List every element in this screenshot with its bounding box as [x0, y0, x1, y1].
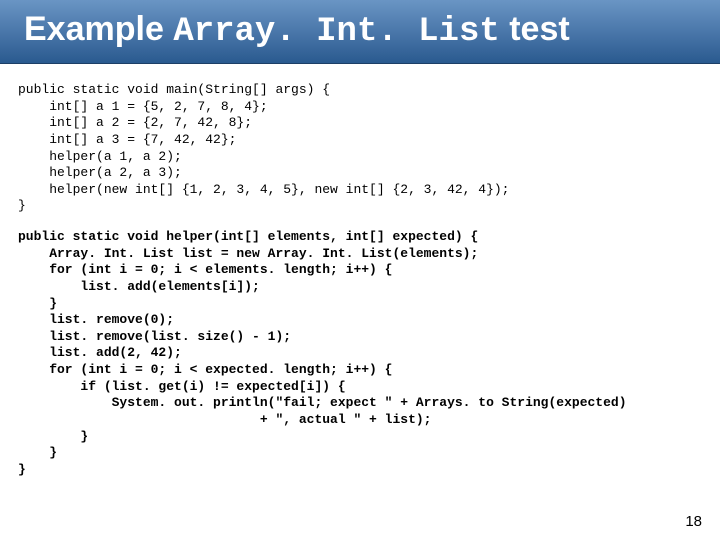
slide-content: public static void main(String[] args) {…: [0, 64, 720, 488]
title-part-3: test: [500, 10, 570, 48]
page-number: 18: [685, 513, 702, 530]
slide-title-bar: Example Array. Int. List test: [0, 0, 720, 64]
code-block-main: public static void main(String[] args) {…: [18, 82, 700, 215]
code-block-helper: public static void helper(int[] elements…: [18, 229, 700, 478]
title-part-1: Example: [24, 10, 173, 48]
title-part-2-mono: Array. Int. List: [173, 13, 499, 51]
